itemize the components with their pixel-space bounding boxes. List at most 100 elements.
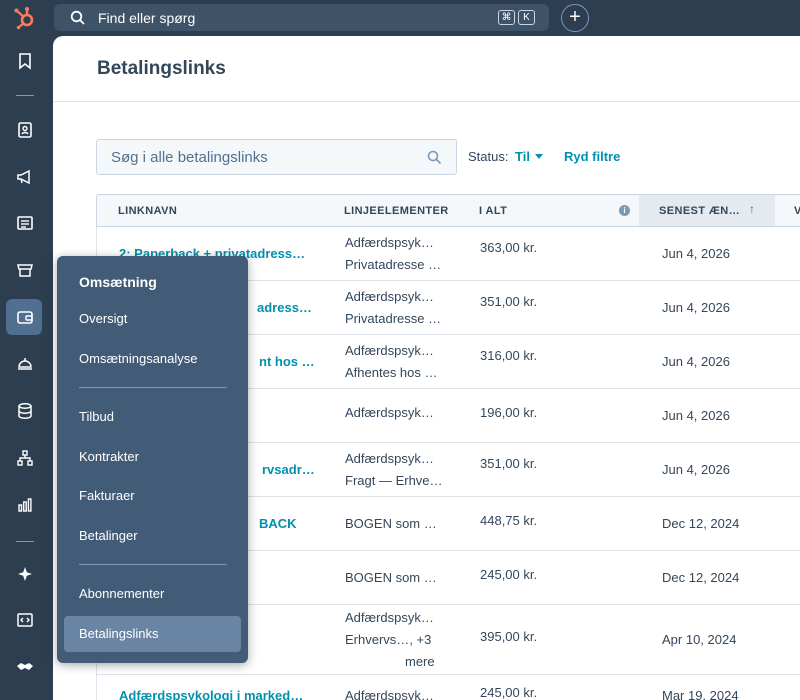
table-header: LINKNAVN LINJEELEMENTER I ALT i SENEST Æ…: [96, 194, 800, 227]
total-amount: 351,00 kr.: [480, 456, 538, 471]
column-header-truncated[interactable]: V: [794, 205, 800, 217]
wallet-icon[interactable]: [15, 307, 35, 327]
code-window-icon[interactable]: [15, 610, 35, 630]
line-item: Fragt — Erhve…: [345, 473, 443, 488]
flyout-divider: [79, 564, 227, 565]
column-header-link-name[interactable]: LINKNAVN: [118, 205, 177, 217]
last-modified-date: Jun 4, 2026: [662, 354, 730, 369]
search-icon: [427, 150, 442, 165]
more-items-link[interactable]: mere: [405, 651, 435, 673]
info-icon[interactable]: i: [619, 205, 630, 216]
flyout-item-contracts[interactable]: Kontrakter: [64, 439, 241, 475]
caret-down-icon[interactable]: [535, 154, 543, 159]
last-modified-date: Mar 19, 2024: [662, 688, 739, 700]
column-header-last-modified[interactable]: SENEST ÆN…: [659, 205, 740, 217]
flyout-item-label: Betalinger: [79, 528, 138, 543]
total-amount: 448,75 kr.: [480, 513, 538, 528]
link-name[interactable]: adress…: [257, 297, 312, 319]
contacts-book-icon[interactable]: [15, 120, 35, 140]
command-key-icon: ⌘: [498, 10, 515, 25]
line-item: Adfærdspsyk…: [345, 343, 434, 358]
line-item: Adfærdspsyk…: [345, 405, 434, 420]
total-amount: 395,00 kr.: [480, 629, 538, 644]
last-modified-date: Jun 4, 2026: [662, 246, 730, 261]
total-amount: 196,00 kr.: [480, 405, 538, 420]
line-item: Privatadresse …: [345, 257, 442, 272]
page-title: Betalingslinks: [97, 58, 226, 79]
content-icon[interactable]: [15, 213, 35, 233]
flyout-divider: [79, 387, 227, 388]
payment-links-search-placeholder: Søg i alle betalingslinks: [111, 149, 268, 166]
flyout-item-revenue-analytics[interactable]: Omsætningsanalyse: [64, 341, 241, 377]
flyout-item-label: Omsætningsanalyse: [79, 351, 198, 366]
sort-ascending-arrow-icon[interactable]: ↑: [749, 202, 755, 216]
last-modified-date: Jun 4, 2026: [662, 300, 730, 315]
total-amount: 316,00 kr.: [480, 348, 538, 363]
total-amount: 245,00 kr.: [480, 567, 538, 582]
top-bar: Find eller spørg ⌘ K +: [0, 0, 800, 36]
line-item: Privatadresse …: [345, 311, 442, 326]
flyout-item-payments[interactable]: Betalinger: [64, 518, 241, 554]
flyout-item-label: Kontrakter: [79, 449, 139, 464]
total-amount: 245,00 kr.: [480, 685, 538, 700]
sidebar-divider: [16, 541, 34, 542]
last-modified-date: Jun 4, 2026: [662, 462, 730, 477]
last-modified-date: Jun 4, 2026: [662, 408, 730, 423]
line-item: Adfærdspsyk…: [345, 235, 434, 250]
flyout-item-label: Abonnementer: [79, 586, 165, 601]
flyout-item-label: Betalingslinks: [79, 626, 159, 641]
global-search-placeholder: Find eller spørg: [98, 10, 196, 26]
flyout-item-overview[interactable]: Oversigt: [64, 301, 241, 337]
sidebar-nav: [0, 36, 53, 700]
flyout-item-subscriptions[interactable]: Abonnementer: [64, 576, 241, 612]
line-item: BOGEN som …: [345, 516, 437, 531]
total-amount: 351,00 kr.: [480, 294, 538, 309]
last-modified-date: Dec 12, 2024: [662, 570, 740, 585]
create-new-button[interactable]: +: [561, 4, 589, 32]
total-amount: 363,00 kr.: [480, 240, 538, 255]
line-item: Adfærdspsyk…: [345, 610, 434, 625]
last-modified-date: Apr 10, 2024: [662, 632, 737, 647]
flyout-item-quotes[interactable]: Tilbud: [64, 399, 241, 435]
table-row[interactable]: Adfærdspsykologi i marked… Adfærdspsyk… …: [96, 675, 800, 700]
line-item: BOGEN som …: [345, 570, 437, 585]
clear-filters-button[interactable]: Ryd filtre: [564, 149, 620, 164]
handshake-icon[interactable]: [15, 656, 35, 676]
hubspot-logo-icon[interactable]: [12, 5, 38, 31]
status-filter-dropdown[interactable]: Til: [515, 149, 530, 164]
status-filter-label: Status:: [468, 149, 509, 164]
link-name[interactable]: nt hos …: [259, 351, 315, 373]
hierarchy-icon[interactable]: [15, 448, 35, 468]
global-search-bar[interactable]: Find eller spørg ⌘ K: [54, 4, 549, 31]
sidebar-divider: [16, 95, 34, 96]
header-divider: [53, 101, 800, 102]
line-item: Afhentes hos …: [345, 365, 438, 380]
flyout-title: Omsætning: [79, 274, 157, 290]
store-icon[interactable]: [15, 260, 35, 280]
column-header-line-items[interactable]: LINJEELEMENTER: [344, 205, 449, 217]
last-modified-date: Dec 12, 2024: [662, 516, 740, 531]
search-icon: [70, 10, 86, 26]
payment-links-search-input[interactable]: Søg i alle betalingslinks: [96, 139, 457, 175]
k-key-hint: K: [518, 10, 535, 25]
flyout-item-payment-links[interactable]: Betalingslinks: [64, 616, 241, 652]
sparkle-ai-icon[interactable]: [15, 564, 35, 584]
line-item: Adfærdspsyk…: [345, 451, 434, 466]
service-bell-icon[interactable]: [15, 353, 35, 373]
line-item: Adfærdspsyk…: [345, 688, 434, 700]
flyout-item-invoices[interactable]: Fakturaer: [64, 478, 241, 514]
link-name[interactable]: Adfærdspsykologi i marked…: [119, 685, 303, 700]
link-name[interactable]: rvsadr…: [262, 459, 315, 481]
megaphone-icon[interactable]: [15, 167, 35, 187]
line-item: Adfærdspsyk…: [345, 289, 434, 304]
column-header-total[interactable]: I ALT: [479, 205, 507, 217]
link-name[interactable]: BACK: [259, 513, 297, 535]
flyout-item-label: Fakturaer: [79, 488, 135, 503]
reports-bar-chart-icon[interactable]: [15, 495, 35, 515]
commerce-flyout-menu: Omsætning Oversigt Omsætningsanalyse Til…: [57, 256, 248, 663]
flyout-item-label: Oversigt: [79, 311, 128, 326]
database-icon[interactable]: [15, 401, 35, 421]
flyout-item-label: Tilbud: [79, 409, 114, 424]
line-item[interactable]: Erhvervs…, +3: [345, 629, 431, 651]
bookmark-icon[interactable]: [15, 51, 35, 71]
